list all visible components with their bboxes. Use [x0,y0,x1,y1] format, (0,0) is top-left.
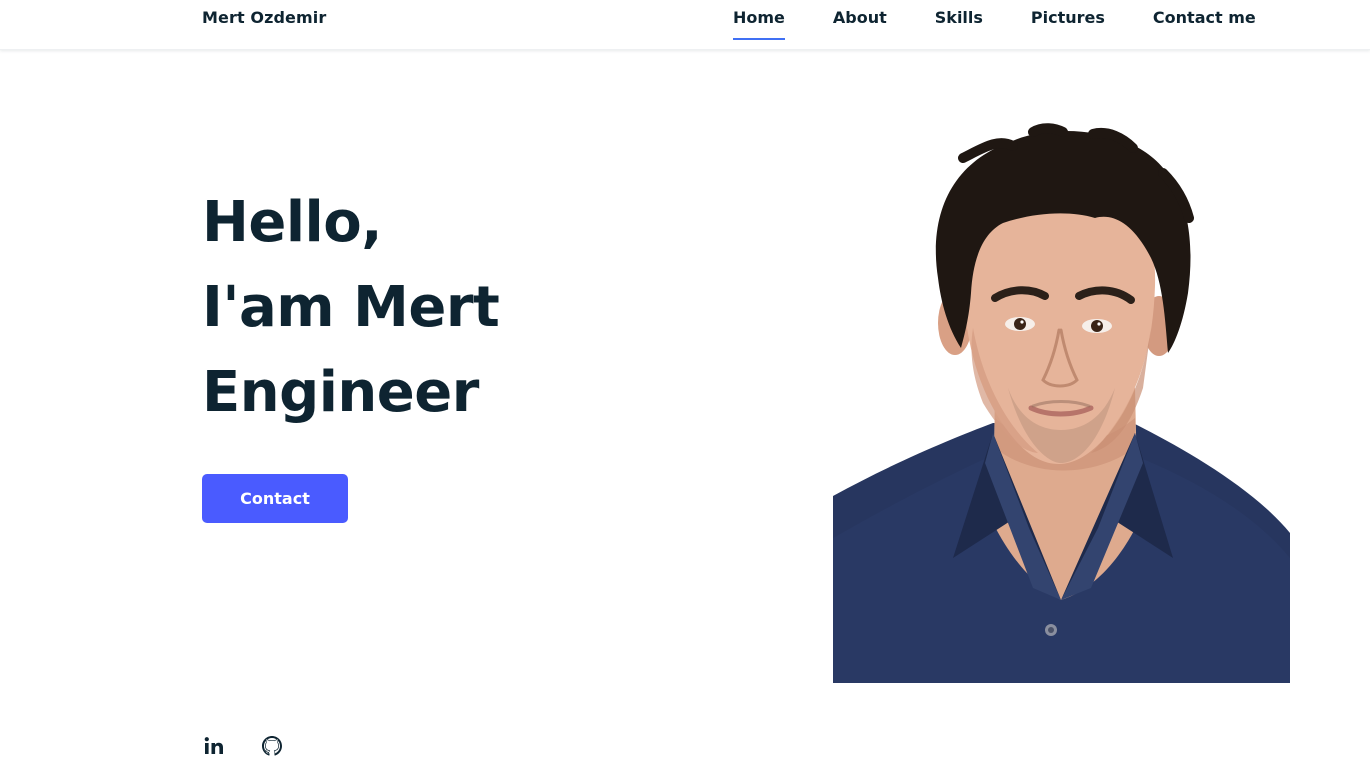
site-header: Mert Ozdemir Home About Skills Pictures … [0,0,1370,50]
main-nav: Home About Skills Pictures Contact me [733,8,1256,42]
nav-skills[interactable]: Skills [935,8,983,42]
nav-contact-me[interactable]: Contact me [1153,8,1256,42]
social-links [202,734,284,758]
github-icon[interactable] [260,734,284,758]
hero-line-name: I'am Mert [202,275,500,340]
hero-line-greeting: Hello, [202,190,382,255]
nav-home[interactable]: Home [733,8,785,42]
portrait-photo [833,118,1290,683]
site-logo[interactable]: Mert Ozdemir [202,8,326,28]
linkedin-icon[interactable] [202,734,226,758]
hero-title: Hello, I'am Mert Engineer [202,180,742,435]
hero-line-role: Engineer [202,360,479,425]
nav-about[interactable]: About [833,8,887,42]
contact-button[interactable]: Contact [202,474,348,523]
nav-pictures[interactable]: Pictures [1031,8,1105,42]
